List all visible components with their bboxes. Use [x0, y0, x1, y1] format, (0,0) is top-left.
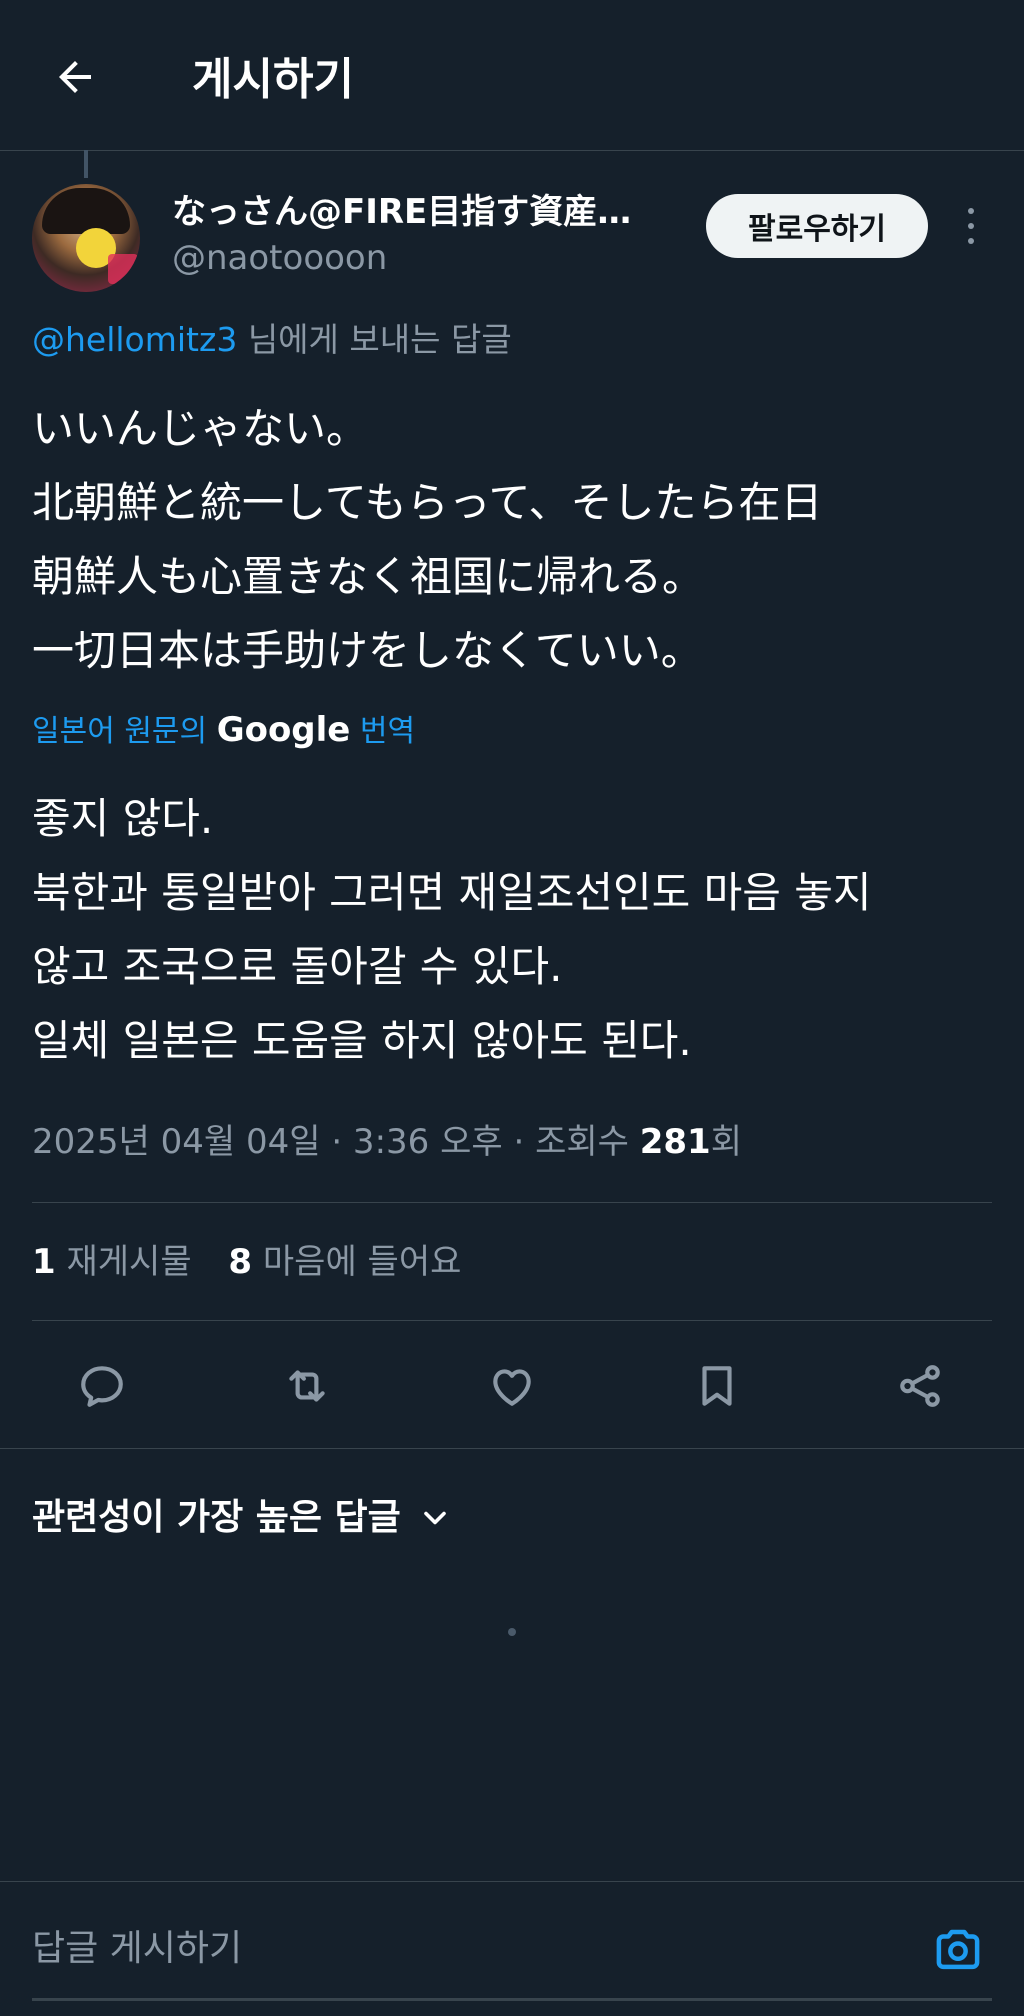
camera-button[interactable]	[930, 1922, 986, 1978]
translated-text-line: 좋지 않다.	[32, 794, 214, 843]
divider	[32, 1320, 992, 1321]
bookmark-icon	[702, 1366, 732, 1406]
reply-input-underline	[32, 1998, 992, 2001]
heart-icon	[493, 1369, 531, 1406]
tweet-metadata: 2025년 04월 04일 · 3:36 오후 · 조회수 281회	[32, 1122, 742, 1162]
thread-connector	[84, 150, 88, 178]
tweet-text-line: 北朝鮮と統一してもらって、そしたら在日	[32, 478, 823, 527]
translated-text: 좋지 않다. 북한과 통일받아 그러면 재일조선인도 마음 놓지 않고 조국으로…	[32, 782, 992, 1078]
divider	[32, 1202, 992, 1203]
reply-sort-label: 관련성이 가장 높은 답글	[32, 1497, 401, 1538]
timestamp: 2025년 04월 04일 · 3:36 오후 · 조회수	[32, 1122, 640, 1162]
reply-context-label: 님에게 보내는 답글	[237, 320, 512, 359]
reply-mention-link[interactable]: @hellomitz3	[32, 320, 237, 359]
divider	[0, 1448, 1024, 1449]
retweets-stat[interactable]: 1 재게시물	[32, 1242, 192, 1282]
page-title: 게시하기	[192, 54, 354, 105]
translation-attribution[interactable]: 일본어 원문의 Google 번역	[32, 708, 415, 754]
bookmark-button[interactable]	[689, 1358, 745, 1414]
author-name[interactable]: なっさん@FIRE目指す資産…	[172, 190, 692, 234]
arrow-left-icon	[59, 61, 91, 93]
more-vertical-icon	[968, 208, 974, 214]
translated-text-line: 북한과 통일받아 그러면 재일조선인도 마음 놓지	[32, 868, 872, 917]
reply-icon	[81, 1366, 123, 1407]
translated-text-line: 않고 조국으로 돌아갈 수 있다.	[32, 942, 563, 991]
tweet-text: いいんじゃない。 北朝鮮と統一してもらって、そしたら在日 朝鮮人も心置きなく祖国…	[32, 392, 992, 688]
follow-button[interactable]: 팔로우하기	[706, 194, 928, 258]
reply-button[interactable]	[74, 1358, 130, 1414]
chevron-down-icon	[424, 1511, 446, 1525]
view-count: 281	[639, 1122, 711, 1162]
retweet-icon	[289, 1370, 325, 1402]
like-button[interactable]	[484, 1358, 540, 1414]
translated-text-line: 일체 일본은 도움을 하지 않아도 된다.	[32, 1016, 692, 1065]
reply-sort-dropdown[interactable]: 관련성이 가장 높은 답글	[32, 1494, 453, 1542]
divider	[0, 1881, 1024, 1882]
action-bar	[0, 1340, 1024, 1432]
likes-stat[interactable]: 8 마음에 들어요	[228, 1242, 461, 1282]
avatar[interactable]	[32, 184, 140, 292]
share-button[interactable]	[892, 1358, 948, 1414]
tweet-text-line: いいんじゃない。	[32, 404, 369, 453]
reply-input[interactable]: 답글 게시하기	[32, 1924, 242, 1974]
tweet-text-line: 一切日本は手助けをしなくていい。	[32, 626, 703, 675]
top-bar: 게시하기	[0, 0, 1024, 151]
retweet-button[interactable]	[279, 1358, 335, 1414]
author-handle[interactable]: @naotoooon	[172, 236, 387, 280]
share-icon	[900, 1365, 940, 1407]
loading-indicator	[508, 1628, 516, 1636]
reply-context: @hellomitz3 님에게 보내는 답글	[32, 318, 512, 362]
camera-icon	[936, 1929, 980, 1970]
more-options-button[interactable]	[956, 204, 986, 248]
tweet-text-line: 朝鮮人も心置きなく祖国に帰れる。	[32, 552, 705, 601]
back-button[interactable]	[48, 50, 102, 104]
google-logo: Google	[216, 710, 351, 750]
engagement-stats: 1 재게시물 8 마음에 들어요	[32, 1238, 487, 1286]
